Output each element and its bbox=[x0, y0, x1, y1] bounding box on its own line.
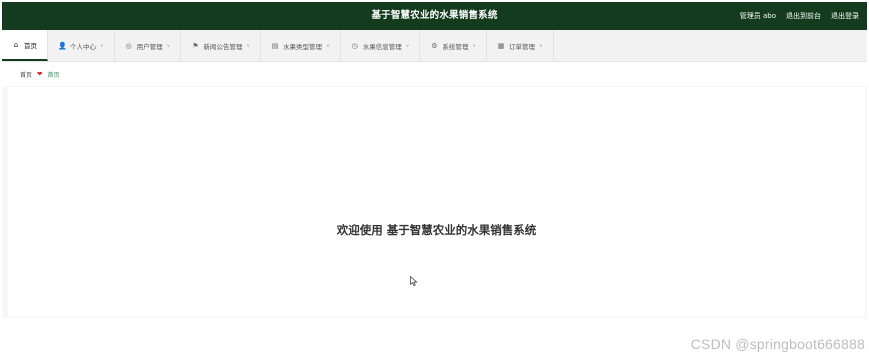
nav-item-fruit-type-management[interactable]: ▤ 水果类型管理 ∨ bbox=[261, 30, 341, 61]
nav-item-system-management[interactable]: ⚙ 系统管理 ∨ bbox=[420, 30, 488, 61]
main-content: 欢迎使用 基于智慧农业的水果销售系统 bbox=[8, 87, 865, 316]
nav-item-label: 新闻公告管理 bbox=[203, 42, 243, 51]
csdn-watermark: CSDN @springboot666888 bbox=[690, 336, 865, 352]
top-header: 基于智慧农业的水果销售系统 管理员 abo 退出到前台 退出登录 bbox=[2, 2, 867, 30]
back-to-front-link[interactable]: 退出到前台 bbox=[786, 2, 821, 30]
nav-item-label: 水果信息管理 bbox=[362, 42, 402, 51]
app-title: 基于智慧农业的水果销售系统 bbox=[371, 10, 498, 21]
nav-item-personal-center[interactable]: 👤 个人中心 ∨ bbox=[48, 30, 115, 61]
chevron-down-icon: ∨ bbox=[472, 42, 477, 49]
settings-icon: ⚙ bbox=[431, 41, 438, 50]
flag-icon: ⚑ bbox=[192, 41, 199, 50]
list-icon: ▤ bbox=[271, 41, 279, 50]
nav-item-home[interactable]: ⌂ 首页 bbox=[2, 30, 48, 61]
chevron-down-icon: ∨ bbox=[539, 42, 543, 49]
info-icon: ◷ bbox=[351, 41, 358, 50]
chevron-down-icon: ∨ bbox=[326, 42, 330, 49]
admin-user-label[interactable]: 管理员 abo bbox=[740, 2, 776, 30]
nav-item-label: 系统管理 bbox=[442, 42, 469, 51]
nav-item-label: 首页 bbox=[24, 41, 37, 50]
nav-item-user-management[interactable]: ◎ 用户管理 ∨ bbox=[115, 30, 182, 61]
nav-item-label: 用户管理 bbox=[136, 42, 163, 51]
breadcrumb: 首页 ❤ 首页 bbox=[2, 62, 867, 86]
nav-item-fruit-info-management[interactable]: ◷ 水果信息管理 ∨ bbox=[341, 30, 421, 61]
user-icon: 👤 bbox=[58, 41, 67, 50]
header-links: 管理员 abo 退出到前台 退出登录 bbox=[740, 2, 859, 30]
nav-item-label: 订单管理 bbox=[509, 42, 536, 51]
nav-item-order-management[interactable]: ▦ 订单管理 ∨ bbox=[487, 30, 554, 61]
welcome-message: 欢迎使用 基于智慧农业的水果销售系统 bbox=[336, 223, 537, 237]
breadcrumb-root[interactable]: 首页 bbox=[20, 70, 32, 79]
chevron-down-icon: ∨ bbox=[246, 42, 251, 49]
chevron-down-icon: ∨ bbox=[405, 42, 410, 49]
nav-item-label: 水果类型管理 bbox=[283, 42, 323, 51]
heart-icon: ❤ bbox=[37, 70, 43, 78]
nav-item-label: 个人中心 bbox=[70, 42, 96, 51]
users-icon: ◎ bbox=[125, 41, 132, 50]
chevron-down-icon: ∨ bbox=[100, 42, 104, 49]
home-icon: ⌂ bbox=[13, 40, 19, 49]
logout-link[interactable]: 退出登录 bbox=[831, 2, 859, 30]
nav-item-news-management[interactable]: ⚑ 新闻公告管理 ∨ bbox=[181, 30, 262, 61]
chevron-down-icon: ∨ bbox=[166, 42, 171, 49]
main-nav: ⌂ 首页 👤 个人中心 ∨ ◎ 用户管理 ∨ ⚑ 新闻公告管理 ∨ ▤ 水果类型… bbox=[2, 30, 867, 62]
breadcrumb-current: 首页 bbox=[47, 71, 60, 79]
mouse-cursor-icon bbox=[410, 276, 418, 286]
order-icon: ▦ bbox=[497, 41, 505, 50]
